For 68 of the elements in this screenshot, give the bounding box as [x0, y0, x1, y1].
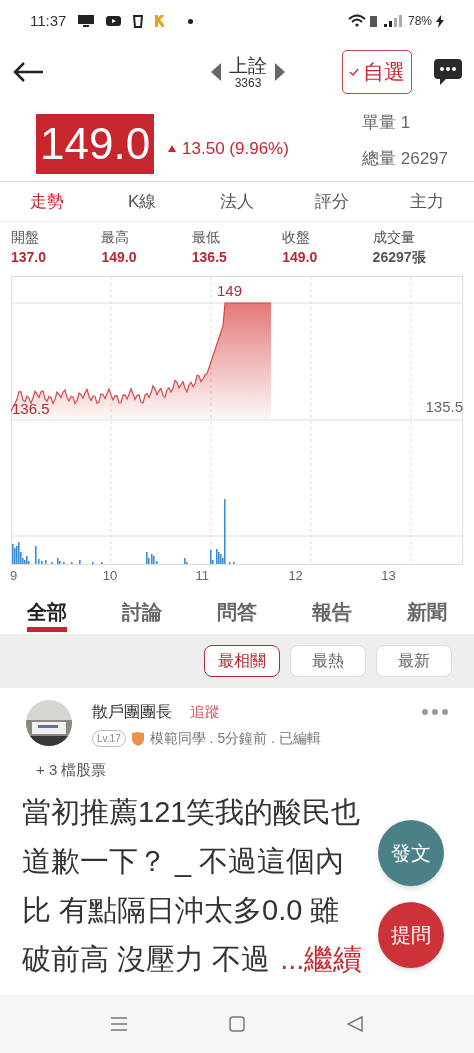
check-icon [349, 68, 359, 76]
back-triangle-icon[interactable] [347, 1016, 363, 1032]
time-axis-label: 12 [288, 567, 303, 585]
unit-volume: 單量 1 [362, 112, 412, 134]
content-tab[interactable]: 新聞 [379, 588, 474, 634]
post-text-line: 破前高 沒壓力 不過 [22, 941, 271, 977]
floating-action-button[interactable]: 發文 [378, 820, 444, 886]
high-price-label: 149 [217, 281, 243, 301]
floating-action-button[interactable]: 提問 [378, 902, 444, 968]
total-volume: 總量 26297 [362, 147, 448, 170]
post-meta: 模範同學 . 5分鐘前 . 已編輯 [149, 729, 321, 748]
dot-icon [188, 18, 194, 24]
stat-value: 137.0 [11, 248, 48, 267]
chat-bubble-icon[interactable] [434, 59, 462, 85]
previous-triangle-icon[interactable] [211, 63, 221, 81]
price-change: 13.50 (9.96%) [182, 138, 289, 160]
monitor-icon [78, 15, 95, 27]
chart-tab[interactable]: 法人 [189, 188, 285, 215]
letter-k-logo-icon [155, 15, 165, 27]
current-price: 149.0 [36, 114, 155, 174]
stock-code: 3363 [234, 76, 262, 89]
time-axis-label: 11 [195, 567, 210, 585]
low-price-label: 136.5 [12, 399, 50, 419]
related-stocks[interactable]: + 3 檔股票 [36, 759, 107, 782]
up-triangle-icon [168, 145, 177, 153]
post-text-line: 比 有點隔日沖太多0.0 雖 [22, 892, 340, 928]
content-tab[interactable]: 討論 [94, 588, 190, 634]
home-square-icon[interactable] [229, 1016, 245, 1032]
content-tab[interactable]: 報告 [284, 588, 380, 634]
charging-icon [436, 14, 444, 28]
stat-label: 成交量 [372, 228, 416, 247]
author-name[interactable]: 散戶團團長 [92, 700, 172, 724]
menu-icon[interactable] [111, 1016, 127, 1032]
stat-value: 136.5 [191, 248, 228, 267]
sort-option[interactable]: 最熱 [290, 645, 366, 677]
time-axis-label: 10 [102, 567, 118, 585]
sort-option[interactable]: 最相關 [204, 645, 280, 677]
stat-value: 149.0 [282, 248, 319, 267]
battery-level: 78% [407, 13, 432, 30]
stat-label: 最高 [101, 228, 131, 247]
post-text-line: 當初推薦121笑我的酸民也 [22, 794, 361, 830]
post-text-line: 道歉一下？ _ 不過這個內 [22, 843, 345, 879]
status-time: 11:37 [30, 10, 67, 31]
stat-label: 開盤 [11, 228, 40, 247]
next-triangle-icon[interactable] [275, 63, 285, 81]
cup-icon [133, 14, 144, 28]
video-play-icon [106, 16, 122, 26]
shield-icon [131, 731, 144, 746]
stat-value: 149.0 [101, 248, 138, 267]
chart-tab[interactable]: 主力 [379, 188, 474, 215]
more-options-icon[interactable] [422, 709, 448, 715]
back-arrow-icon[interactable] [12, 61, 44, 83]
content-tab[interactable]: 問答 [189, 588, 285, 634]
time-axis-label: 9 [10, 567, 18, 585]
chart-tab[interactable]: 走勢 [0, 188, 95, 215]
follow-link[interactable]: 追蹤 [190, 700, 220, 724]
stat-value: 26297張 [372, 248, 427, 267]
stat-label: 收盤 [282, 228, 312, 247]
wifi-signal-icon [347, 14, 404, 28]
stock-name: 上詮 [229, 55, 267, 75]
sort-option[interactable]: 最新 [376, 645, 452, 677]
bottom-price-label: 135.5 [425, 397, 463, 417]
time-axis-label: 13 [381, 567, 396, 585]
stat-label: 最低 [191, 228, 221, 247]
chart-tab[interactable]: K線 [94, 188, 190, 215]
watchlist-button[interactable]: 自選 [342, 50, 412, 94]
read-more-link[interactable]: ...繼續 [280, 934, 363, 984]
chart-tab[interactable]: 評分 [284, 188, 380, 215]
